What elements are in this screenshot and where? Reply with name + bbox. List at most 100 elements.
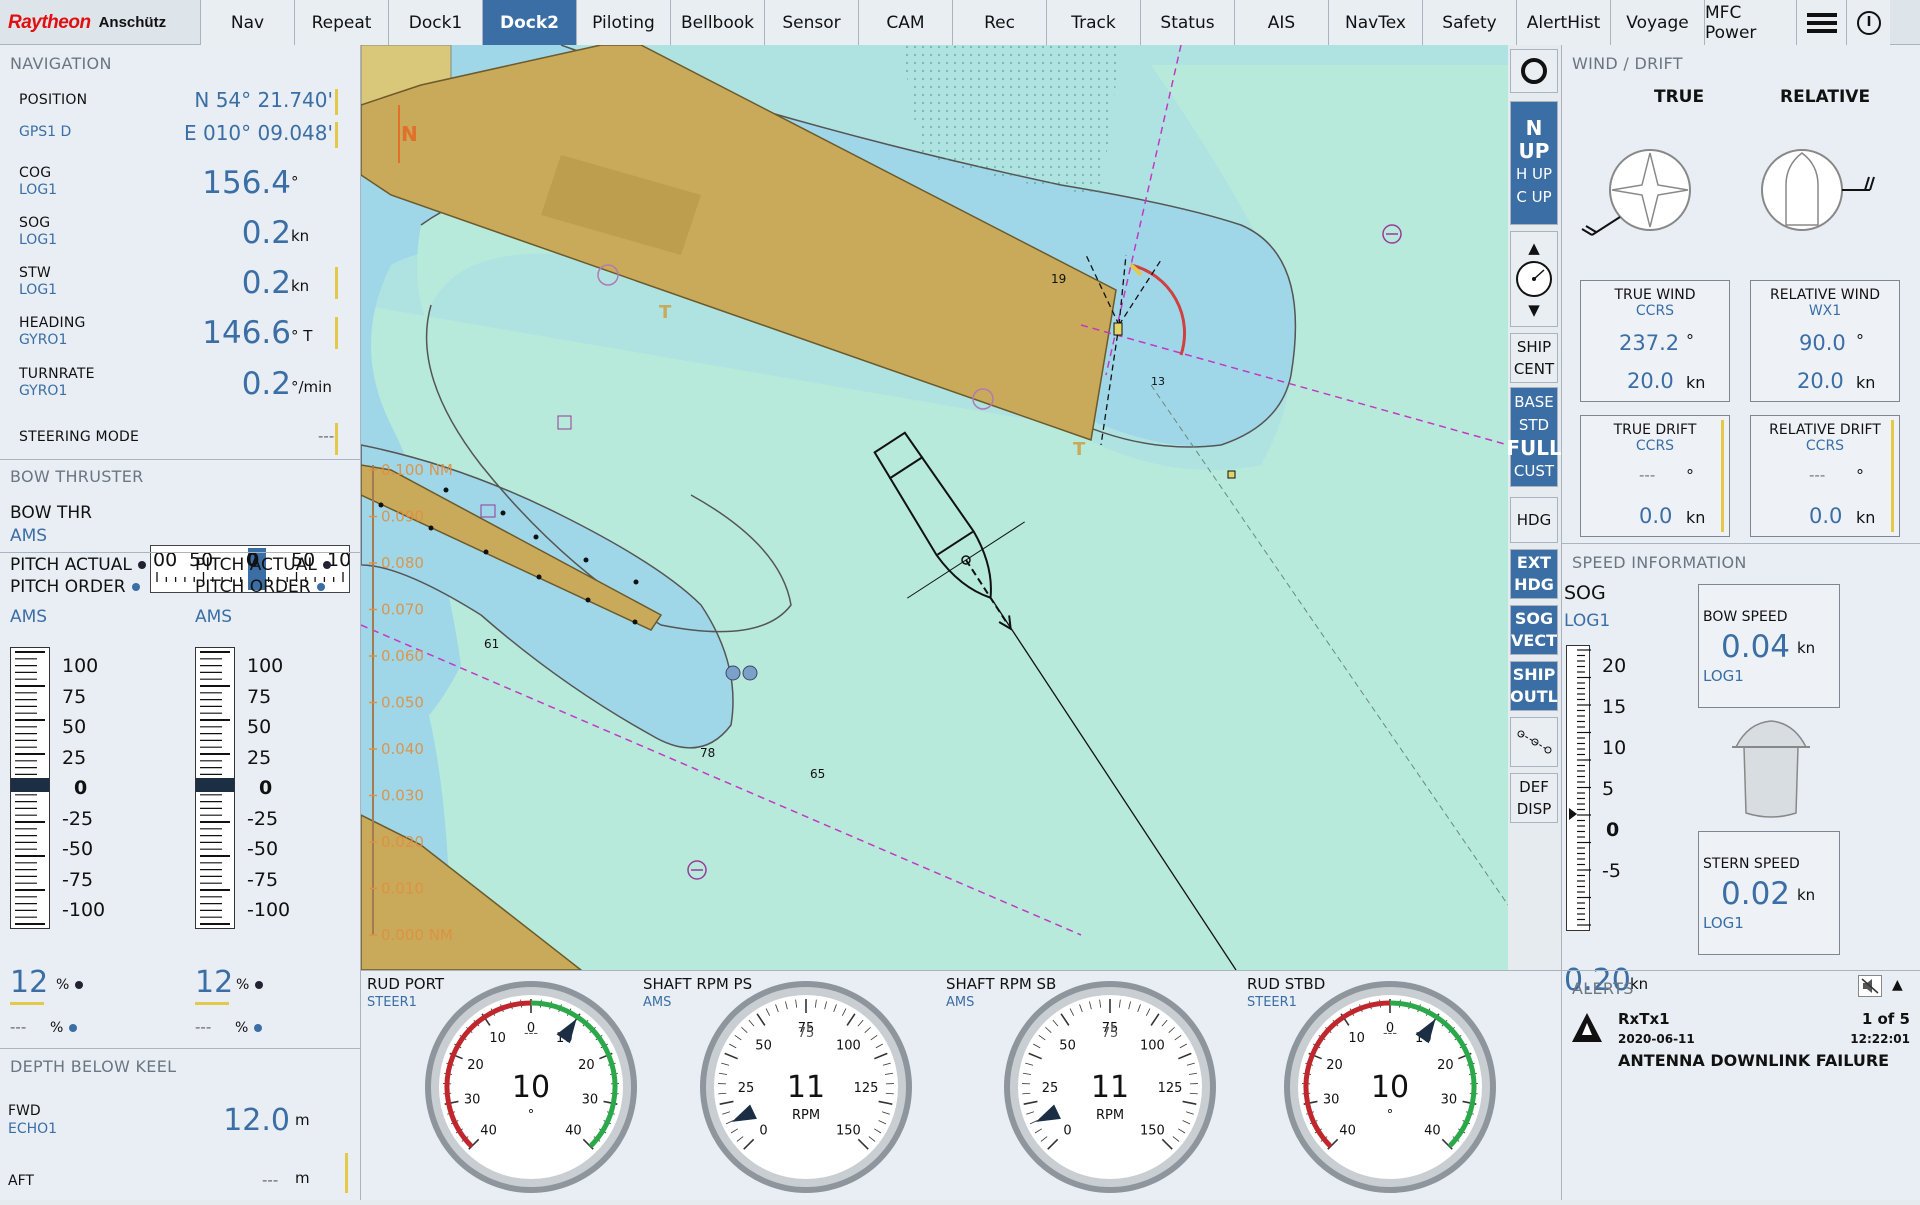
pitch-tick-label: 50 bbox=[62, 716, 86, 738]
position-label: POSITION bbox=[19, 92, 87, 108]
gauge-tick-label: 30 bbox=[582, 1093, 599, 1108]
mute-icon bbox=[1859, 976, 1881, 996]
true-drift-direction: --- bbox=[1639, 466, 1655, 484]
tab-bellbook[interactable]: Bellbook bbox=[670, 0, 764, 45]
gauge-tick-label: 40 bbox=[565, 1123, 582, 1138]
pitch-scale bbox=[196, 648, 234, 928]
relative-drift-direction: --- bbox=[1809, 466, 1825, 484]
zoom-in-icon[interactable]: ▲ bbox=[1528, 237, 1540, 259]
heading-value: 146.6 bbox=[202, 315, 291, 351]
gauge-tick-label: 10 bbox=[1348, 1031, 1365, 1046]
relative-wind-box: RELATIVE WIND WX1 90.0 ° 20.0 kn bbox=[1750, 280, 1900, 402]
alert-count: 1 of 5 bbox=[1862, 1010, 1910, 1028]
cog-value: 156.4 bbox=[202, 165, 291, 201]
ship-outline-button[interactable]: SHIPOUTL bbox=[1510, 661, 1558, 711]
pitch-tick-label: 50 bbox=[247, 716, 271, 738]
depth-header: DEPTH BELOW KEEL bbox=[0, 1055, 176, 1079]
power-button[interactable] bbox=[1846, 0, 1890, 45]
gauge-0: 40302010010203040---10° bbox=[425, 981, 637, 1193]
pitch-tick-label: 100 bbox=[247, 655, 283, 677]
brand-sub: Anschütz bbox=[99, 14, 167, 31]
pitch-tick-label: -100 bbox=[62, 899, 105, 921]
gauge-unit: RPM bbox=[1096, 1108, 1124, 1123]
north-indicator: N bbox=[401, 122, 418, 146]
zoom-control[interactable]: ▲ ▼ bbox=[1510, 231, 1558, 327]
depth-aft-value: --- bbox=[262, 1171, 278, 1189]
tab-ais[interactable]: AIS bbox=[1234, 0, 1328, 45]
chart-canvas[interactable]: 0.100 NM0.0900.0800.0700.0600.0500.0400.… bbox=[361, 45, 1508, 970]
tab-voyage[interactable]: Voyage bbox=[1610, 0, 1704, 45]
relative-wind-ship-icon bbox=[1752, 145, 1892, 245]
tab-alerthist[interactable]: AlertHist bbox=[1516, 0, 1610, 45]
gauge-unit: ° bbox=[528, 1108, 535, 1123]
relative-drift-speed: 0.0 bbox=[1809, 504, 1842, 528]
tab-piloting[interactable]: Piloting bbox=[576, 0, 670, 45]
gauge-tick-label: 125 bbox=[854, 1081, 879, 1096]
tab-dock2[interactable]: Dock2 bbox=[482, 0, 576, 45]
route-tool-button[interactable] bbox=[1510, 717, 1558, 767]
range-label: 0.000 NM bbox=[381, 926, 453, 944]
pitch-actual-right: PITCH ACTUAL bbox=[195, 555, 331, 575]
gauge-top-label: --- bbox=[1383, 1026, 1397, 1041]
chart-tools: N UP H UP C UP ▲ ▼ SHIPCENT BASE STD FUL… bbox=[1508, 45, 1560, 970]
tab-status[interactable]: Status bbox=[1140, 0, 1234, 45]
tab-track[interactable]: Track bbox=[1046, 0, 1140, 45]
sog-pointer bbox=[1569, 808, 1577, 820]
collapse-alerts-icon[interactable]: ▲ bbox=[1892, 977, 1903, 993]
mute-alert-button[interactable] bbox=[1858, 975, 1882, 997]
alert-message[interactable]: ANTENNA DOWNLINK FAILURE bbox=[1618, 1051, 1889, 1070]
gauge-1: 02550751001251507511RPM bbox=[700, 981, 912, 1193]
gauge-tick-label: 150 bbox=[836, 1123, 861, 1138]
gauge-label-shaft-ps: SHAFT RPM PS bbox=[643, 975, 752, 993]
gauge-tick-label: 100 bbox=[836, 1039, 861, 1054]
tab-nav[interactable]: Nav bbox=[200, 0, 294, 45]
pitch-order-value-left: --- bbox=[10, 1018, 26, 1036]
tab-repeat[interactable]: Repeat bbox=[294, 0, 388, 45]
display-mode-button[interactable]: BASE STD FULL CUST bbox=[1510, 387, 1558, 487]
gauge-tick-label: 20 bbox=[1326, 1058, 1343, 1073]
gauge-tick-label: 25 bbox=[738, 1081, 755, 1096]
tab-sensor[interactable]: Sensor bbox=[764, 0, 858, 45]
ext-hdg-button[interactable]: EXTHDG bbox=[1510, 549, 1558, 599]
gauges-panel: RUD PORT STEER1 SHAFT RPM PS AMS SHAFT R… bbox=[361, 970, 1561, 1200]
tab-mfc-power[interactable]: MFC Power bbox=[1704, 0, 1796, 45]
bow-speed-box: BOW SPEED 0.04 kn LOG1 bbox=[1698, 584, 1840, 708]
sog-vect-button[interactable]: SOGVECT bbox=[1510, 605, 1558, 655]
zoom-out-icon[interactable]: ▼ bbox=[1528, 299, 1540, 321]
svg-text:61: 61 bbox=[484, 637, 499, 651]
pitch-tick-label: 75 bbox=[62, 686, 86, 708]
gauge-2: 02550751001251507511RPM bbox=[1004, 981, 1216, 1193]
pitch-tick-label: 0 bbox=[259, 777, 272, 799]
pitch-tick-label: 25 bbox=[247, 747, 271, 769]
relative-drift-box: RELATIVE DRIFT CCRS --- ° 0.0 kn bbox=[1750, 415, 1900, 537]
gauge-top-label: 75 bbox=[798, 1026, 815, 1041]
gauge-tick-label: 40 bbox=[480, 1123, 497, 1138]
alerts-header: ALERTS bbox=[1562, 977, 1634, 1001]
tab-safety[interactable]: Safety bbox=[1422, 0, 1516, 45]
tab-cam[interactable]: CAM bbox=[858, 0, 952, 45]
ship-center-button[interactable]: SHIPCENT bbox=[1510, 333, 1558, 383]
bow-thr-source: AMS bbox=[10, 526, 47, 546]
gauge-label-rud-stbd: RUD STBD bbox=[1247, 975, 1325, 993]
pitch-unit-right: % bbox=[236, 977, 263, 993]
range-label: 0.030 bbox=[381, 787, 424, 805]
hdg-button[interactable]: HDG bbox=[1510, 497, 1558, 543]
gauge-value: 11 bbox=[787, 1070, 825, 1105]
alert-warning-icon bbox=[1570, 1011, 1604, 1045]
orientation-button[interactable]: N UP H UP C UP bbox=[1510, 101, 1558, 225]
pitch-tick-label: 0 bbox=[74, 777, 87, 799]
tab-dock1[interactable]: Dock1 bbox=[388, 0, 482, 45]
sog-tick-label: -5 bbox=[1602, 860, 1621, 882]
pitch-bar-right bbox=[195, 647, 235, 929]
settings-ring-button[interactable] bbox=[1510, 49, 1558, 93]
stern-speed-value: 0.02 bbox=[1721, 876, 1790, 912]
default-display-button[interactable]: DEFDISP bbox=[1510, 773, 1558, 823]
chart-map[interactable]: 0.100 NM0.0900.0800.0700.0600.0500.0400.… bbox=[361, 45, 1508, 970]
menu-button[interactable] bbox=[1796, 0, 1846, 45]
alert-time: 12:22:01 bbox=[1850, 1032, 1910, 1046]
tab-navtex[interactable]: NavTex bbox=[1328, 0, 1422, 45]
gauge-tick-label: 125 bbox=[1158, 1081, 1183, 1096]
tab-rec[interactable]: Rec bbox=[952, 0, 1046, 45]
gauge-tick-label: 0 bbox=[1063, 1123, 1071, 1138]
sog-bar bbox=[1566, 645, 1590, 931]
